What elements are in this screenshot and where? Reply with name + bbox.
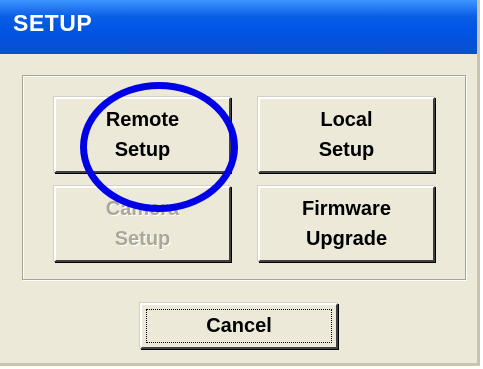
dialog-title: SETUP	[13, 10, 93, 36]
focus-rectangle	[146, 309, 332, 343]
camera-setup-label: Camera Setup	[105, 198, 180, 250]
local-setup-button[interactable]: Local Setup	[258, 97, 435, 173]
remote-setup-label: Remote Setup	[105, 109, 180, 161]
title-bar[interactable]: SETUP	[0, 0, 477, 54]
setup-dialog: SETUP Remote Setup Local Setup Camera Se…	[0, 0, 480, 366]
local-setup-label: Local Setup	[318, 109, 375, 161]
camera-setup-button: Camera Setup	[54, 186, 231, 262]
cancel-button[interactable]: Cancel	[140, 303, 338, 349]
firmware-upgrade-button[interactable]: Firmware Upgrade	[258, 186, 435, 262]
firmware-upgrade-label: Firmware Upgrade	[302, 198, 391, 250]
remote-setup-button[interactable]: Remote Setup	[54, 97, 231, 173]
